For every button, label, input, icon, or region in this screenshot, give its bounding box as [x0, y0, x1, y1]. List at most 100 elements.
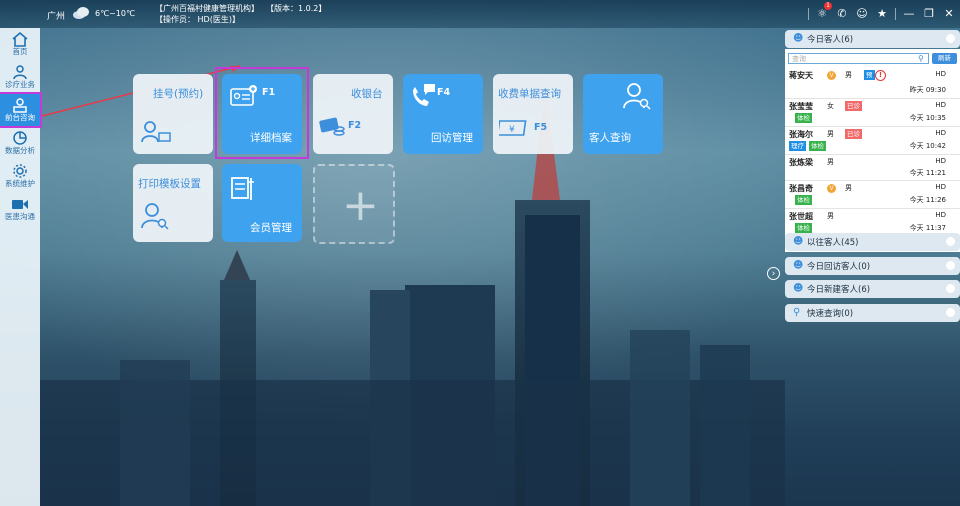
- divider: [808, 8, 809, 20]
- money-bill-icon: ¥: [499, 120, 527, 136]
- section-title: 今日客人(6): [807, 35, 854, 45]
- guest-sex: 男: [827, 130, 834, 138]
- section-toggle-icon: [946, 237, 955, 246]
- reception-icon: [13, 98, 27, 113]
- service-tag: 体检: [795, 113, 812, 123]
- user-search-icon: [623, 83, 651, 110]
- shirt-icon[interactable]: ★: [875, 7, 889, 21]
- guest-doctor: HD: [935, 70, 946, 78]
- sidebar-item-analysis[interactable]: 数据分析: [0, 127, 40, 159]
- gear-icon: [13, 164, 27, 178]
- notification-badge: 1: [824, 2, 832, 10]
- print-template-tile[interactable]: 打印模板设置: [133, 164, 213, 242]
- receipt-query-tile[interactable]: 收费单据查询 ¥ F5: [493, 74, 573, 154]
- minimize-icon[interactable]: —: [902, 7, 916, 21]
- guest-row[interactable]: 张昌奇 V 男 HD 体检 今天 11:26: [785, 181, 960, 209]
- guest-panel: ☻ 今日客人(6) 查询 ⚲ 刷新 蒋安天 V 男 预 ! HD 昨天 09:3…: [785, 30, 960, 506]
- sidebar-item-label: 数据分析: [5, 146, 35, 155]
- guest-sex: 女: [827, 102, 834, 110]
- guest-doctor: HD: [935, 183, 946, 191]
- guest-time: 今天 11:26: [909, 196, 946, 204]
- operator-info: 【操作员： HD(医生)】: [155, 15, 240, 24]
- section-today-followup[interactable]: ☻ 今日回访客人(0): [785, 257, 960, 275]
- search-icon[interactable]: ⚲: [918, 54, 924, 63]
- phone-chat-icon: [413, 84, 435, 106]
- sidebar-item-label: 系统维护: [5, 179, 35, 188]
- shortcut-key: F5: [534, 122, 548, 133]
- register-user-icon: [141, 121, 171, 143]
- service-tag: 体检: [795, 195, 812, 205]
- register-tile[interactable]: 挂号(预约): [133, 74, 213, 154]
- guest-doctor: HD: [935, 211, 946, 219]
- guest-time: 今天 11:37: [909, 224, 946, 232]
- restore-icon[interactable]: ❐: [922, 7, 936, 21]
- city-label: 广州: [47, 12, 66, 22]
- section-today-guests[interactable]: ☻ 今日客人(6): [785, 30, 960, 48]
- temperature-label: 6℃~10℃: [95, 9, 135, 18]
- user-icon: ☻: [793, 260, 804, 271]
- top-bar: 广州 6℃~10℃ 【广州百福村健康管理机构】 【操作员： HD(医生)】 【版…: [0, 0, 960, 28]
- window-controls: ⚛ 1 ✆ ☺ ★ — ❐ ✕: [808, 2, 956, 23]
- section-quick-query[interactable]: ⚲ 快速查询(0): [785, 304, 960, 322]
- guest-time: 今天 11:21: [909, 169, 946, 177]
- user-search-icon: [141, 203, 169, 230]
- tile-label: 挂号(预约): [153, 88, 204, 100]
- section-title: 快速查询(0): [807, 309, 854, 319]
- guest-name: 张海尔: [789, 130, 813, 139]
- divider: [895, 8, 896, 20]
- guest-search-input[interactable]: 查询: [788, 53, 929, 64]
- tile-label: 收费单据查询: [498, 88, 561, 100]
- sidebar-item-label: 首页: [12, 47, 28, 56]
- user-icon[interactable]: ☺: [855, 7, 869, 21]
- tile-label: 回访管理: [431, 132, 473, 144]
- user-icon: ☻: [793, 33, 804, 44]
- user-icon: ☻: [793, 283, 804, 294]
- version-label: 【版本：1.0.2】: [266, 4, 327, 13]
- guest-row[interactable]: 张世超 男 HD 体检 今天 11:37: [785, 209, 960, 236]
- tile-label: 收银台: [351, 88, 383, 100]
- section-toggle-icon: [946, 308, 955, 317]
- close-icon[interactable]: ✕: [942, 7, 956, 21]
- guest-time: 今天 10:35: [909, 114, 946, 122]
- service-tag: 体检: [809, 141, 826, 151]
- tile-label: 打印模板设置: [138, 178, 201, 190]
- search-icon: ⚲: [793, 307, 801, 318]
- section-past-guests[interactable]: ☻ 以往客人(45): [785, 233, 960, 251]
- sidebar: 首页 诊疗业务 前台咨询 数据分析 系统维护 医患沟通: [0, 28, 42, 506]
- sidebar-item-home[interactable]: 首页: [0, 28, 40, 60]
- phone-icon[interactable]: ✆: [835, 7, 849, 21]
- panel-toggle-button[interactable]: ›: [767, 267, 780, 280]
- cashier-tile[interactable]: 收银台 F2: [313, 74, 393, 154]
- sidebar-item-clinic[interactable]: 诊疗业务: [0, 61, 40, 93]
- vip-icon: V: [827, 184, 836, 193]
- guest-query-tile[interactable]: 客人查询: [583, 74, 663, 154]
- section-today-new[interactable]: ☻ 今日新建客人(6): [785, 280, 960, 298]
- sidebar-item-reception[interactable]: 前台咨询: [0, 92, 42, 128]
- highlight-box: [215, 67, 309, 159]
- add-tile-button[interactable]: +: [313, 164, 395, 244]
- guest-row[interactable]: 张莹莹 女 已诊 HD 体检 今天 10:35: [785, 99, 960, 127]
- section-toggle-icon: [946, 284, 955, 293]
- notification-icon[interactable]: ⚛ 1: [815, 2, 832, 21]
- guest-row[interactable]: 蒋安天 V 男 预 ! HD 昨天 09:30: [785, 68, 960, 99]
- guest-sex: 男: [845, 71, 852, 79]
- guest-sex: 男: [827, 212, 834, 220]
- section-toggle-icon: [946, 261, 955, 270]
- video-icon: [12, 200, 28, 209]
- service-tag: 理疗: [789, 141, 806, 151]
- plus-icon: +: [342, 180, 379, 231]
- member-management-tile[interactable]: 会员管理: [222, 164, 302, 242]
- sidebar-item-communication[interactable]: 医患沟通: [0, 193, 40, 225]
- tile-label: 会员管理: [250, 222, 292, 234]
- guest-sex: 男: [827, 158, 834, 166]
- guest-row[interactable]: 张海尔 男 已诊 HD 理疗 体检 今天 10:42: [785, 127, 960, 155]
- today-guest-list: 查询 ⚲ 刷新 蒋安天 V 男 预 ! HD 昨天 09:30 张莹莹 女 已诊…: [785, 49, 960, 252]
- refresh-button[interactable]: 刷新: [932, 53, 957, 64]
- sidebar-item-system[interactable]: 系统维护: [0, 160, 40, 192]
- guest-row[interactable]: 张炼梁 男 HD 今天 11:21: [785, 155, 960, 181]
- chart-icon: [13, 131, 27, 145]
- user-group-icon: [13, 65, 27, 80]
- followup-tile[interactable]: F4 回访管理: [403, 74, 483, 154]
- guest-time: 今天 10:42: [909, 142, 946, 150]
- guest-time: 昨天 09:30: [909, 86, 946, 94]
